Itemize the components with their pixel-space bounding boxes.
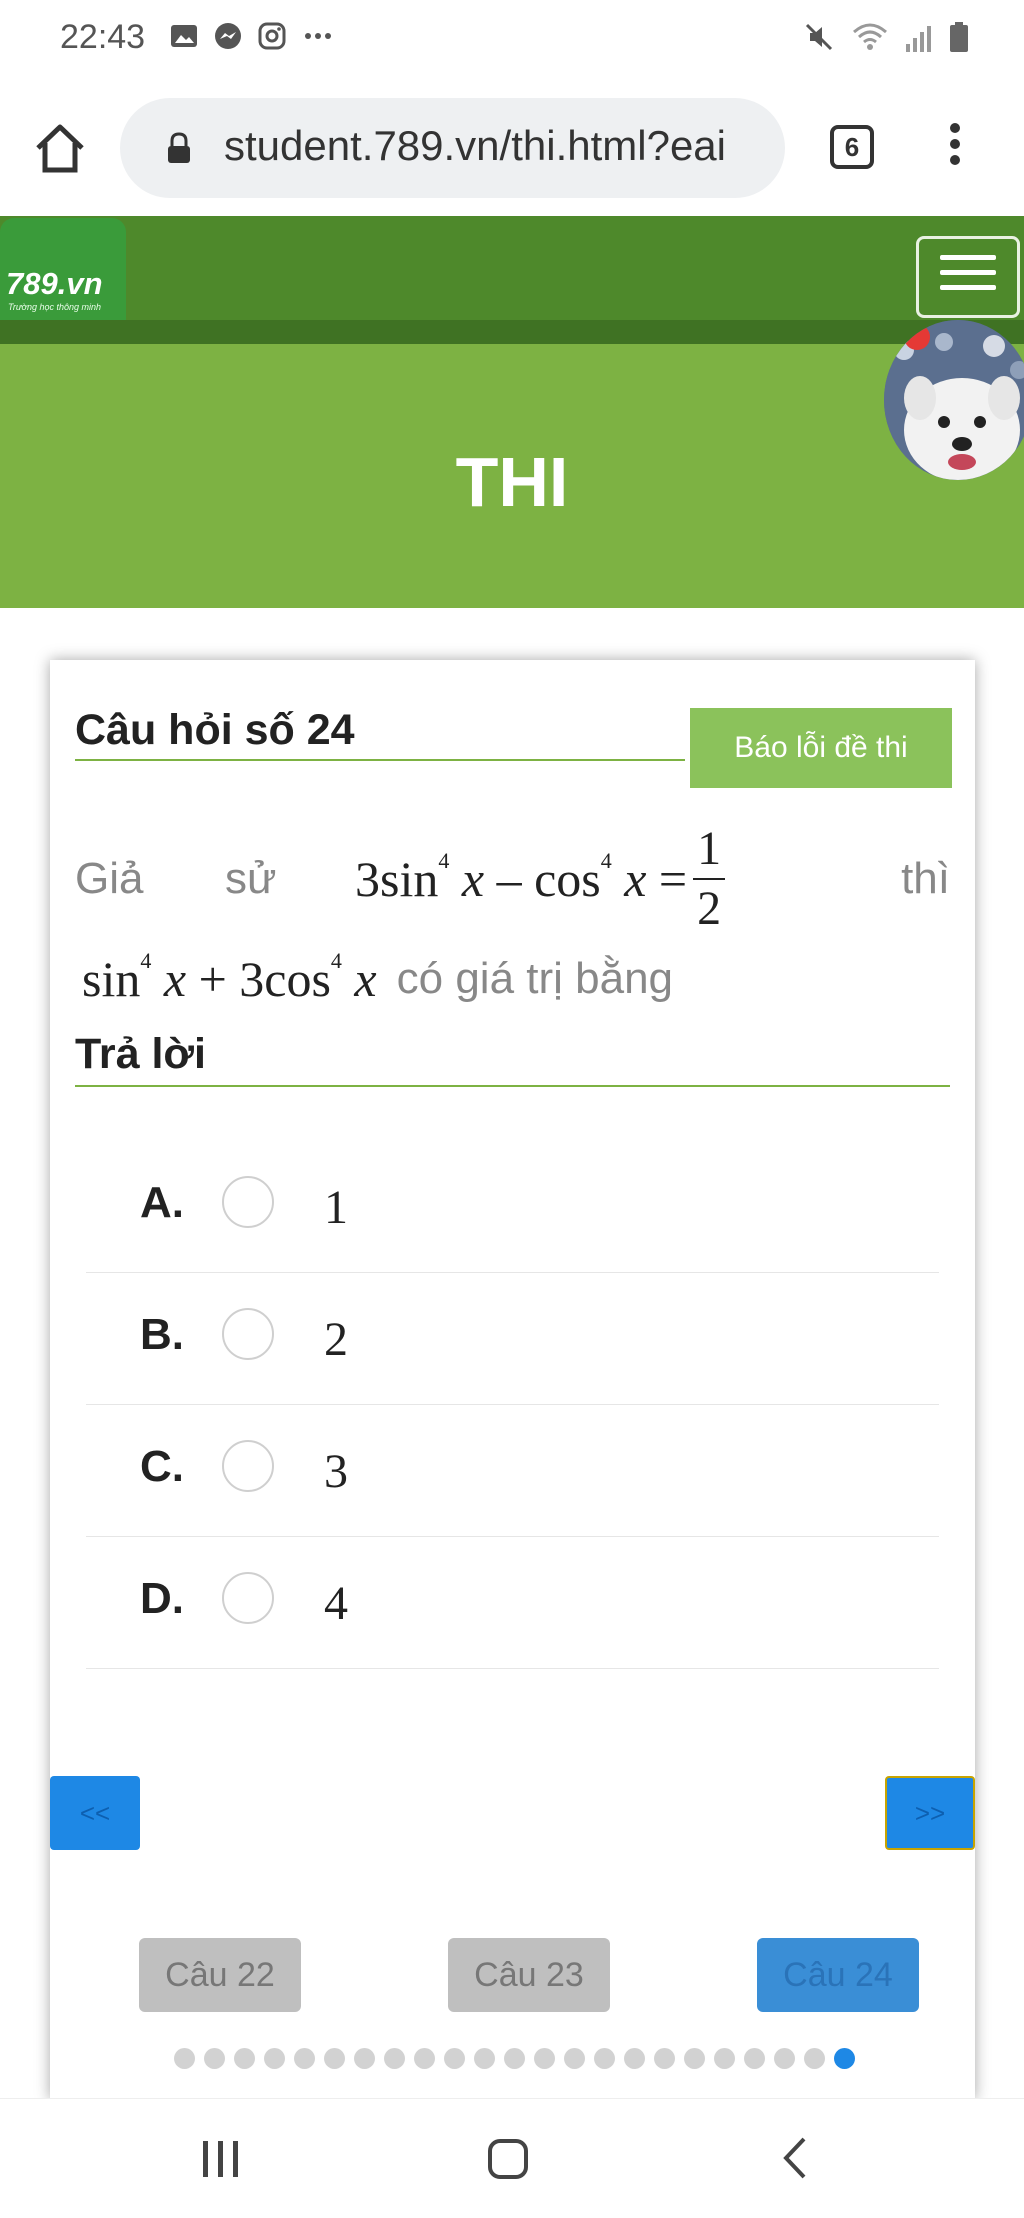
site-header: 789.vn Trường học thông minh (0, 216, 1024, 344)
word-su: sử (225, 854, 277, 903)
home-icon[interactable] (30, 118, 90, 178)
radio-button[interactable] (222, 1308, 274, 1360)
option-label: C. (140, 1442, 184, 1491)
pagination-dot[interactable] (684, 2048, 705, 2069)
browser-menu-icon[interactable] (940, 118, 970, 178)
page-banner: THI (0, 344, 1024, 608)
question-pagination-dots (174, 2048, 855, 2069)
tab-count-button[interactable]: 6 (830, 125, 874, 169)
signal-icon (906, 26, 931, 52)
previous-button[interactable]: << (50, 1776, 140, 1850)
hamburger-menu-icon[interactable] (916, 236, 1020, 318)
next-button[interactable]: >> (885, 1776, 975, 1850)
notification-icons (168, 20, 332, 52)
word-gia: Giả (75, 854, 144, 903)
option-label: B. (140, 1310, 184, 1359)
lock-icon (168, 132, 190, 163)
logo-tagline: Trường học thông minh (8, 302, 102, 312)
pagination-dot[interactable] (744, 2048, 765, 2069)
question-tail: có giá trị bằng (396, 954, 674, 1003)
pagination-dot[interactable] (564, 2048, 585, 2069)
expression: sin4 x + 3cos4 x (82, 948, 377, 1007)
question-text-line1: Giả sử 3sin4 x – cos4 x = 1 2 thì (75, 820, 950, 938)
report-error-button[interactable]: Báo lỗi đề thi (690, 708, 952, 788)
option-value: 3 (324, 1445, 348, 1498)
dog-avatar-image (884, 320, 1024, 480)
status-time: 22:43 (60, 18, 146, 56)
messenger-icon (212, 20, 244, 52)
mute-icon (805, 23, 833, 51)
system-nav-bar (0, 2098, 1024, 2218)
option-value: 4 (324, 1577, 348, 1630)
pagination-dot[interactable] (804, 2048, 825, 2069)
pagination-dot-active[interactable] (834, 2048, 855, 2069)
option-value: 2 (324, 1313, 348, 1366)
avatar[interactable] (884, 320, 1024, 480)
question-card: Câu hỏi số 24 Báo lỗi đề thi Giả sử 3sin… (50, 660, 975, 2100)
pagination-dot[interactable] (234, 2048, 255, 2069)
question-text-line2: sin4 x + 3cos4 x có giá trị bằng (82, 948, 674, 1008)
recent-apps-icon[interactable] (203, 2141, 238, 2177)
logo-text: 789.vn (6, 266, 103, 301)
pagination-dot[interactable] (714, 2048, 735, 2069)
option-label: D. (140, 1574, 184, 1623)
question-button-24[interactable]: Câu 24 (757, 1938, 919, 2012)
pagination-dot[interactable] (444, 2048, 465, 2069)
answer-heading: Trả lời (75, 1030, 950, 1087)
option-label: A. (140, 1178, 184, 1227)
wifi-icon (853, 23, 887, 50)
page-title: THI (455, 443, 569, 521)
equation-fraction: 1 2 (693, 820, 726, 938)
question-button-22[interactable]: Câu 22 (139, 1938, 301, 2012)
image-icon (168, 20, 200, 52)
pagination-dot[interactable] (474, 2048, 495, 2069)
option-d[interactable]: D. 4 (86, 1536, 939, 1669)
status-bar: 22:43 (0, 0, 1024, 78)
pagination-dot[interactable] (594, 2048, 615, 2069)
address-bar[interactable]: student.789.vn/thi.html?eai (120, 98, 785, 198)
option-c[interactable]: C. 3 (86, 1404, 939, 1537)
pagination-dot[interactable] (174, 2048, 195, 2069)
radio-button[interactable] (222, 1440, 274, 1492)
equation: 3sin4 x – cos4 x = (355, 848, 688, 907)
pagination-dot[interactable] (504, 2048, 525, 2069)
option-b[interactable]: B. 2 (86, 1272, 939, 1405)
more-notifications-icon (300, 20, 332, 52)
header-stripe (0, 320, 1024, 344)
pagination-dot[interactable] (294, 2048, 315, 2069)
system-icons (802, 20, 970, 54)
pagination-dot[interactable] (324, 2048, 345, 2069)
back-icon[interactable] (780, 2135, 810, 2181)
question-heading: Câu hỏi số 24 (75, 706, 685, 761)
pagination-dot[interactable] (414, 2048, 435, 2069)
pagination-dot[interactable] (264, 2048, 285, 2069)
browser-toolbar: student.789.vn/thi.html?eai 6 (0, 78, 1024, 216)
question-button-23[interactable]: Câu 23 (448, 1938, 610, 2012)
pagination-dot[interactable] (354, 2048, 375, 2069)
pagination-dot[interactable] (204, 2048, 225, 2069)
radio-button[interactable] (222, 1176, 274, 1228)
battery-icon (950, 22, 968, 52)
pagination-dot[interactable] (534, 2048, 555, 2069)
instagram-icon (256, 20, 288, 52)
pagination-dot[interactable] (654, 2048, 675, 2069)
option-value: 1 (324, 1181, 348, 1234)
notification-badge (904, 324, 930, 350)
option-a[interactable]: A. 1 (86, 1140, 939, 1273)
home-button-icon[interactable] (488, 2139, 528, 2179)
pagination-dot[interactable] (624, 2048, 645, 2069)
pagination-dot[interactable] (384, 2048, 405, 2069)
url-text[interactable]: student.789.vn/thi.html?eai (224, 122, 769, 170)
word-thi: thì (901, 854, 950, 903)
radio-button[interactable] (222, 1572, 274, 1624)
pagination-dot[interactable] (774, 2048, 795, 2069)
